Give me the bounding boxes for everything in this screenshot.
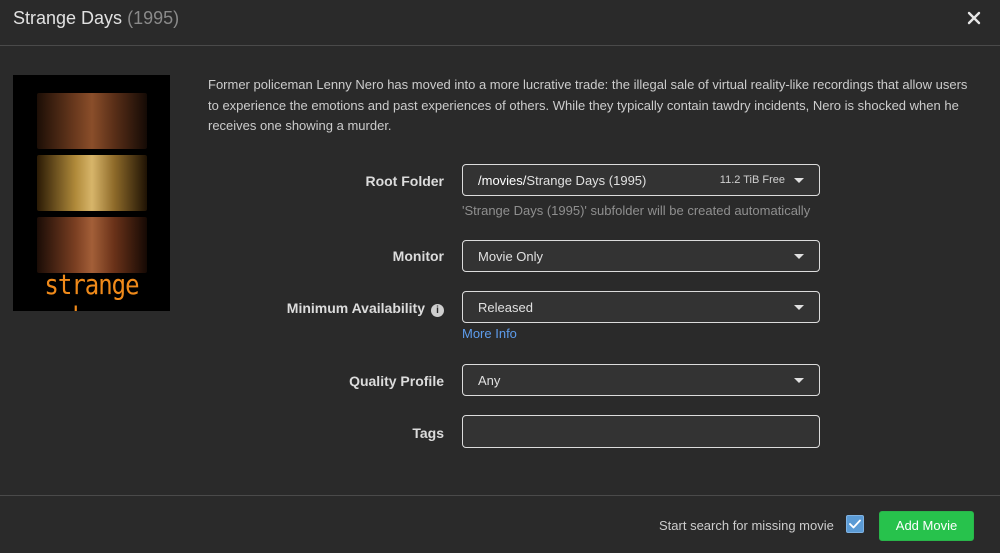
quality-profile-label: Quality Profile (349, 373, 444, 389)
minimum-availability-select[interactable]: Released (462, 291, 820, 323)
more-info-link[interactable]: More Info (462, 326, 517, 341)
modal-title: Strange Days (1995) (13, 8, 179, 29)
close-button[interactable] (962, 6, 986, 30)
tags-input[interactable] (462, 415, 820, 448)
root-folder-root: /movies/ (478, 173, 527, 188)
minimum-availability-label-text: Minimum Availability (286, 300, 425, 316)
close-icon (967, 11, 981, 25)
poster-face-bottom (37, 217, 147, 273)
minimum-availability-label: Minimum Availability i (144, 300, 444, 317)
monitor-select[interactable]: Movie Only (462, 240, 820, 272)
checkmark-icon (849, 519, 861, 529)
movie-overview: Former policeman Lenny Nero has moved in… (208, 77, 968, 133)
movie-poster: strange days (13, 75, 170, 311)
start-search-checkbox[interactable] (846, 515, 864, 533)
root-folder-label: Root Folder (365, 173, 444, 189)
modal-header: Strange Days (1995) (0, 0, 1000, 46)
root-folder-subfolder: Strange Days (1995) (526, 173, 647, 188)
monitor-value: Movie Only (478, 249, 544, 264)
movie-title: Strange Days (13, 8, 123, 28)
chevron-down-icon (794, 178, 804, 183)
quality-profile-select[interactable]: Any (462, 364, 820, 396)
poster-face-top (37, 93, 147, 149)
start-search-label: Start search for missing movie (659, 518, 834, 533)
monitor-label: Monitor (392, 248, 444, 264)
poster-face-middle (37, 155, 147, 211)
chevron-down-icon (794, 378, 804, 383)
root-folder-select[interactable]: /movies/Strange Days (1995) 11.2 TiB Fre… (462, 164, 820, 196)
root-folder-value: /movies/Strange Days (1995) (478, 173, 646, 188)
add-movie-button[interactable]: Add Movie (879, 511, 974, 541)
tags-label: Tags (412, 425, 444, 441)
minimum-availability-value: Released (478, 300, 533, 315)
movie-year: (1995) (127, 8, 180, 28)
chevron-down-icon (794, 254, 804, 259)
modal-footer: Start search for missing movie Add Movie (0, 495, 1000, 553)
chevron-down-icon (794, 305, 804, 310)
root-folder-help: 'Strange Days (1995)' subfolder will be … (462, 203, 811, 218)
info-icon[interactable]: i (431, 304, 444, 317)
root-folder-free-space: 11.2 TiB Free (719, 174, 785, 186)
quality-profile-value: Any (478, 373, 501, 388)
